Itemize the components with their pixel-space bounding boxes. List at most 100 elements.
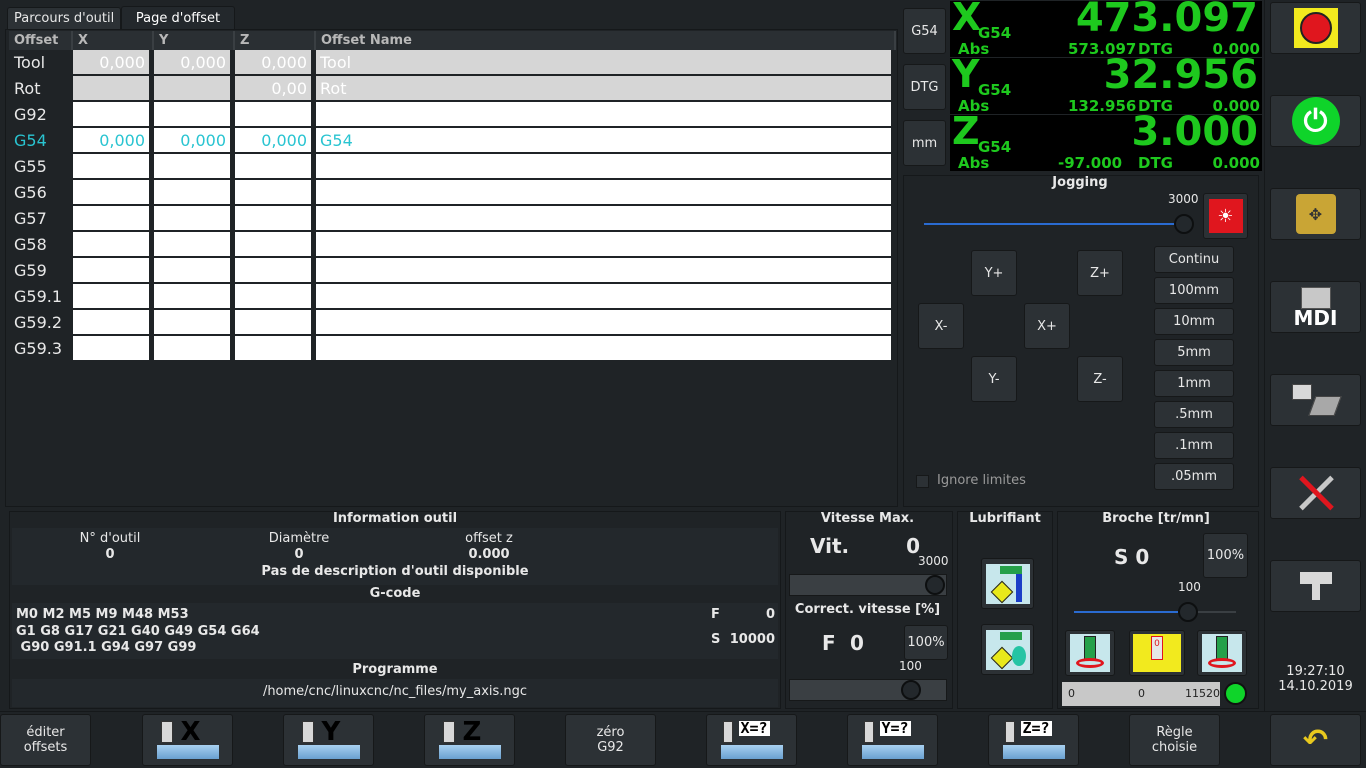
jog-y-minus[interactable]: Y- xyxy=(971,356,1017,402)
step-0-1mm[interactable]: .1mm xyxy=(1154,432,1234,459)
offset-row[interactable]: G59.2 xyxy=(9,310,896,336)
rabbit-button[interactable]: ☀ xyxy=(1203,193,1248,239)
jog-z-minus[interactable]: Z- xyxy=(1077,356,1123,402)
coolant-mist-button[interactable] xyxy=(981,624,1034,675)
touch-off-x-button[interactable]: X xyxy=(142,714,233,766)
offset-row-x[interactable] xyxy=(73,102,154,128)
offset-row-label[interactable]: Tool xyxy=(316,50,896,76)
step-0-05mm[interactable]: .05mm xyxy=(1154,463,1234,490)
jog-rate-knob[interactable] xyxy=(1174,214,1194,234)
selected-rule-button[interactable]: Règle choisie xyxy=(1129,714,1220,766)
offset-row-z[interactable]: 0,000 xyxy=(235,128,316,154)
offset-row-z[interactable] xyxy=(235,258,316,284)
touch-off-z-button[interactable]: Z xyxy=(424,714,515,766)
max-speed-knob[interactable] xyxy=(925,575,945,595)
offset-row-x[interactable]: 0,000 xyxy=(73,128,154,154)
offset-row-z[interactable] xyxy=(235,284,316,310)
tab-offset-page[interactable]: Page d'offset xyxy=(121,6,235,29)
spindle-cw-button[interactable] xyxy=(1197,630,1247,676)
offset-row-x[interactable] xyxy=(73,76,154,102)
step-10mm[interactable]: 10mm xyxy=(1154,308,1234,335)
step-1mm[interactable]: 1mm xyxy=(1154,370,1234,397)
offset-row-y[interactable]: 0,000 xyxy=(154,128,235,154)
spindle-ccw-button[interactable] xyxy=(1065,630,1115,676)
offset-row-x[interactable] xyxy=(73,284,154,310)
jog-rate-slider[interactable] xyxy=(924,223,1178,225)
mdi-button[interactable]: MDI xyxy=(1270,281,1361,333)
feed-override-knob[interactable] xyxy=(901,680,921,700)
offset-row[interactable]: Rot 0,00 Rot xyxy=(9,76,896,102)
offset-row-y[interactable] xyxy=(154,258,235,284)
offset-row-label[interactable]: G54 xyxy=(316,128,896,154)
spindle-slider[interactable] xyxy=(1074,611,1178,613)
offset-row-y[interactable] xyxy=(154,180,235,206)
offset-row-y[interactable] xyxy=(154,310,235,336)
auto-mode-button[interactable] xyxy=(1270,374,1361,426)
back-button[interactable]: ↶ xyxy=(1270,714,1361,766)
step-continu[interactable]: Continu xyxy=(1154,246,1234,273)
zero-g92-button[interactable]: zéro G92 xyxy=(565,714,656,766)
jog-z-plus[interactable]: Z+ xyxy=(1077,250,1123,296)
tab-toolpath[interactable]: Parcours d'outil xyxy=(7,7,122,29)
offset-row-label[interactable] xyxy=(316,284,896,310)
offset-row-x[interactable] xyxy=(73,310,154,336)
ignore-limits-checkbox[interactable] xyxy=(916,475,929,488)
offset-row[interactable]: G55 xyxy=(9,154,896,180)
offset-row-x[interactable] xyxy=(73,258,154,284)
offset-row-z[interactable] xyxy=(235,336,316,362)
offset-row-y[interactable] xyxy=(154,232,235,258)
step-0-5mm[interactable]: .5mm xyxy=(1154,401,1234,428)
offset-row-label[interactable]: Rot xyxy=(316,76,896,102)
offset-row-label[interactable] xyxy=(316,258,896,284)
offset-row-z[interactable] xyxy=(235,154,316,180)
jog-x-plus[interactable]: X+ xyxy=(1024,303,1070,349)
max-speed-slider[interactable] xyxy=(789,574,947,596)
offset-row[interactable]: G59.3 xyxy=(9,336,896,362)
set-y-button[interactable]: Y=? xyxy=(847,714,938,766)
offset-row-z[interactable]: 0,00 xyxy=(235,76,316,102)
offset-row-y[interactable]: 0,000 xyxy=(154,50,235,76)
offset-row-x[interactable] xyxy=(73,232,154,258)
feed-override-slider[interactable] xyxy=(789,679,947,701)
offset-row[interactable]: G57 xyxy=(9,206,896,232)
offset-row-label[interactable] xyxy=(316,180,896,206)
offset-row-z[interactable]: 0,000 xyxy=(235,50,316,76)
offset-row[interactable]: G54 0,000 0,000 0,000 G54 xyxy=(9,128,896,154)
offset-row-y[interactable] xyxy=(154,206,235,232)
offset-row-label[interactable] xyxy=(316,154,896,180)
offset-row-y[interactable] xyxy=(154,336,235,362)
offset-row-label[interactable] xyxy=(316,102,896,128)
offset-row-y[interactable] xyxy=(154,76,235,102)
touch-off-y-button[interactable]: Y xyxy=(283,714,374,766)
offset-row-x[interactable] xyxy=(73,154,154,180)
g54-button[interactable]: G54 xyxy=(903,8,946,54)
offset-row[interactable]: G56 xyxy=(9,180,896,206)
offset-row-x[interactable] xyxy=(73,206,154,232)
offset-row-label[interactable] xyxy=(316,310,896,336)
offset-row[interactable]: G59.1 xyxy=(9,284,896,310)
offset-row-label[interactable] xyxy=(316,336,896,362)
offset-row-z[interactable] xyxy=(235,102,316,128)
spindle-100-button[interactable]: 100% xyxy=(1203,533,1248,578)
settings-button[interactable] xyxy=(1270,467,1361,519)
offset-row-y[interactable] xyxy=(154,154,235,180)
offset-row-y[interactable] xyxy=(154,102,235,128)
offset-row-z[interactable] xyxy=(235,206,316,232)
offset-row-x[interactable] xyxy=(73,180,154,206)
user-tab-button[interactable] xyxy=(1270,560,1361,612)
edit-offsets-button[interactable]: éditer offsets xyxy=(0,714,91,766)
manual-mode-button[interactable]: ✥ xyxy=(1270,188,1361,240)
step-100mm[interactable]: 100mm xyxy=(1154,277,1234,304)
offset-row-z[interactable] xyxy=(235,180,316,206)
set-x-button[interactable]: X=? xyxy=(706,714,797,766)
dtg-button[interactable]: DTG xyxy=(903,64,946,110)
spindle-knob[interactable] xyxy=(1178,602,1198,622)
mm-button[interactable]: mm xyxy=(903,120,946,166)
offset-row[interactable]: G92 xyxy=(9,102,896,128)
jog-y-plus[interactable]: Y+ xyxy=(971,250,1017,296)
estop-button[interactable] xyxy=(1270,2,1361,54)
coolant-flood-button[interactable] xyxy=(981,558,1034,609)
offset-row[interactable]: G59 xyxy=(9,258,896,284)
offset-row-x[interactable] xyxy=(73,336,154,362)
feed-override-100-button[interactable]: 100% xyxy=(904,625,948,660)
